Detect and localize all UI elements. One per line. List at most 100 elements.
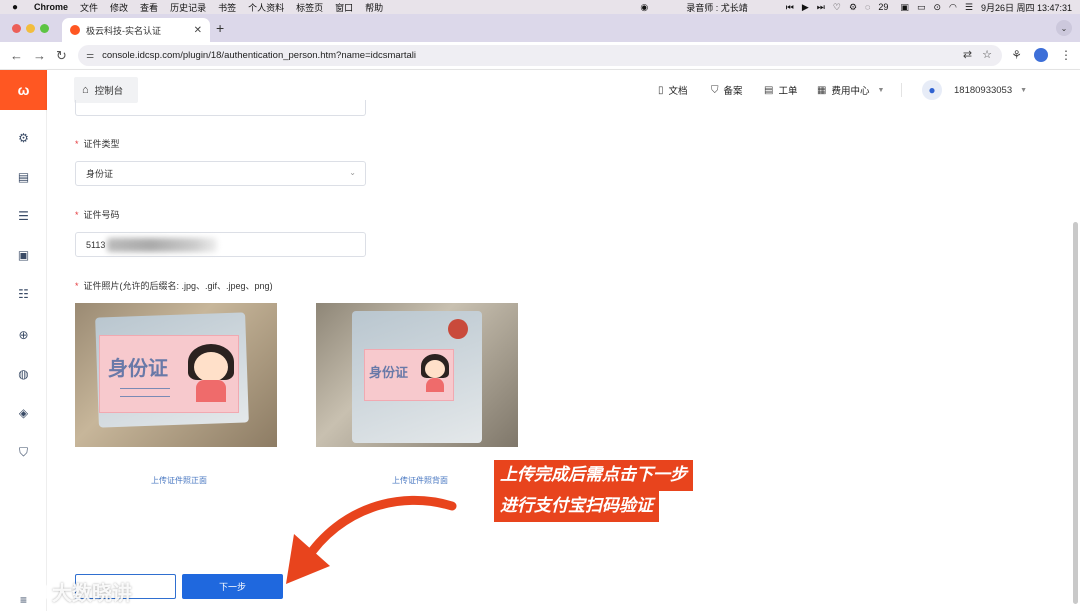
- billing-label: 费用中心: [831, 86, 870, 97]
- menu-item-history[interactable]: 历史记录: [170, 1, 206, 14]
- cloud-server-icon[interactable]: ⚙: [17, 132, 30, 145]
- shield-icon[interactable]: ⛉: [17, 446, 30, 459]
- filing-label: 备案: [723, 86, 743, 97]
- browser-menu-icon[interactable]: ⋮: [1060, 48, 1072, 62]
- menu-item-view[interactable]: 查看: [140, 1, 158, 14]
- menu-item-help[interactable]: 帮助: [365, 1, 383, 14]
- page-scrollbar[interactable]: [1073, 222, 1078, 604]
- host-icon[interactable]: ▤: [17, 171, 30, 184]
- macos-menubar: ● Chrome 文件 修改 查看 历史记录 书签 个人资料 标签页 窗口 帮助…: [0, 0, 1080, 14]
- chevron-down-icon: ▼: [1020, 86, 1028, 94]
- video-watermark: 大数晓讲: [10, 577, 132, 606]
- menubar-clock: 9月26日 周四 13:47:31: [980, 2, 1072, 13]
- settings-icon[interactable]: ⚙: [849, 2, 857, 13]
- menu-item-file[interactable]: 文件: [80, 1, 98, 14]
- front-upload-label: 上传证件照正面: [151, 476, 207, 485]
- ssl-icon[interactable]: ◍: [17, 368, 30, 381]
- menu-item-window[interactable]: 窗口: [335, 1, 353, 14]
- recorder-status: 录音师 : 尤长靖: [686, 2, 748, 13]
- site-favicon-icon: [70, 25, 80, 35]
- chat-icon[interactable]: ◌: [865, 2, 870, 12]
- id-number-label: * 证件号码: [75, 210, 120, 220]
- menu-item-edit[interactable]: 修改: [110, 1, 128, 14]
- id-type-select[interactable]: 身份证 ⌄: [75, 161, 366, 186]
- id-type-label: * 证件类型: [75, 139, 120, 149]
- home-icon: ⌂: [82, 84, 89, 96]
- battery-icon[interactable]: ▭: [917, 2, 926, 13]
- new-tab-icon[interactable]: +: [216, 20, 224, 36]
- menu-item-bookmarks[interactable]: 书签: [218, 1, 236, 14]
- control-center-icon[interactable]: ☰: [965, 2, 973, 13]
- bookmark-star-icon[interactable]: ☆: [982, 48, 992, 61]
- forward-icon[interactable]: →: [33, 48, 46, 63]
- database-icon[interactable]: ☰: [17, 210, 30, 223]
- back-icon[interactable]: ←: [10, 48, 23, 63]
- ticket-label: 工单: [778, 86, 798, 97]
- extensions-icon[interactable]: ⚘: [1011, 48, 1022, 62]
- display-icon[interactable]: ▣: [900, 2, 909, 13]
- id-front-upload[interactable]: 身份证: [75, 303, 277, 447]
- menu-item-tabs[interactable]: 标签页: [296, 1, 323, 14]
- storage-icon[interactable]: ▣: [17, 249, 30, 262]
- filing-link[interactable]: ⛉ 备案: [711, 83, 743, 98]
- ticket-link[interactable]: ▤ 工单: [764, 83, 798, 98]
- browser-tab-active[interactable]: 极云科技-实名认证 ✕: [62, 18, 210, 42]
- list-settings-icon[interactable]: ☷: [17, 288, 30, 301]
- reload-icon[interactable]: ↻: [56, 48, 67, 64]
- sticker-image: 身份证: [99, 335, 239, 413]
- badge-icon[interactable]: ◈: [17, 407, 30, 420]
- wifi-icon[interactable]: ◠: [949, 2, 957, 13]
- message-count: 29: [878, 2, 889, 12]
- site-info-icon[interactable]: ⚌: [86, 50, 94, 61]
- menu-app-name[interactable]: Chrome: [34, 2, 68, 12]
- profile-avatar-icon[interactable]: [1034, 48, 1048, 62]
- annotation-arrow-icon: [286, 495, 457, 584]
- docs-label: 文档: [668, 86, 688, 97]
- id-back-upload[interactable]: 身份证: [316, 303, 518, 447]
- globe-icon[interactable]: ⊕: [17, 329, 30, 342]
- annotation-line-2: 进行支付宝扫码验证: [494, 491, 659, 522]
- auth-form: * 证件类型 身份证 ⌄ * 证件号码 5113 * 证件照片(允许的后缀名: .jp…: [47, 100, 1080, 611]
- translate-icon[interactable]: ⇄: [963, 48, 972, 61]
- tab-search-icon[interactable]: ⌄: [1056, 20, 1072, 36]
- billing-menu[interactable]: ▦ 费用中心 ▼: [817, 83, 885, 98]
- back-upload-label: 上传证件照背面: [392, 476, 448, 485]
- shield-check-icon: ⛉: [711, 84, 719, 96]
- blurred-id-mask: [107, 237, 218, 252]
- apple-icon[interactable]: ●: [12, 2, 24, 13]
- heart-icon[interactable]: ♡: [833, 2, 841, 13]
- console-sidebar: ω ⚙ ▤ ☰ ▣ ☷ ⊕ ◍ ◈ ⛉ ≡: [0, 70, 47, 611]
- media-icon[interactable]: ⊙: [933, 2, 941, 13]
- close-window-button[interactable]: [12, 24, 21, 33]
- browser-toolbar: ← → ↻ ⚌ console.idcsp.com/plugin/18/auth…: [0, 42, 1080, 70]
- menubar-status-area: ◉ 录音师 : 尤长靖 ⏮ ▶ ⏭ ♡ ⚙ ◌ 29 ▣ ▭ ⊙ ◠ ☰ 9月2…: [640, 0, 1072, 14]
- username: 18180933053: [954, 84, 1013, 96]
- fullscreen-window-button[interactable]: [40, 24, 49, 33]
- docs-link[interactable]: ▯ 文档: [658, 83, 688, 98]
- record-icon[interactable]: ◉: [640, 2, 648, 13]
- browser-tab-strip: 极云科技-实名认证 ✕ + ⌄: [0, 14, 1080, 42]
- document-icon: ▯: [658, 84, 664, 96]
- chevron-down-icon: ▼: [877, 86, 885, 94]
- user-menu[interactable]: ● 18180933053 ▼: [922, 80, 1027, 100]
- billing-icon: ▦: [817, 84, 827, 96]
- watermark-text: 大数晓讲: [52, 581, 132, 605]
- next-track-icon[interactable]: ⏭: [817, 2, 825, 13]
- brand-logo[interactable]: ω: [0, 70, 47, 110]
- prev-track-icon[interactable]: ⏮: [786, 2, 794, 13]
- address-bar[interactable]: ⚌ console.idcsp.com/plugin/18/authentica…: [78, 45, 1002, 66]
- menu-item-profile[interactable]: 个人资料: [248, 1, 284, 14]
- previous-field-input[interactable]: [75, 100, 366, 116]
- chevron-down-icon: ⌄: [349, 168, 356, 177]
- next-step-button[interactable]: 下一步: [182, 574, 283, 599]
- minimize-window-button[interactable]: [26, 24, 35, 33]
- play-icon[interactable]: ▶: [802, 2, 809, 13]
- annotation-line-1: 上传完成后需点击下一步: [494, 460, 693, 491]
- id-number-input[interactable]: 5113: [75, 232, 366, 257]
- watermark-logo-icon: [10, 578, 48, 605]
- console-label: 控制台: [94, 86, 124, 97]
- tab-close-icon[interactable]: ✕: [194, 25, 202, 36]
- id-photo-label: * 证件照片(允许的后缀名: .jpg、.gif、.jpeg、png): [75, 281, 273, 291]
- tab-title: 极云科技-实名认证: [86, 25, 161, 36]
- ticket-icon: ▤: [764, 84, 774, 96]
